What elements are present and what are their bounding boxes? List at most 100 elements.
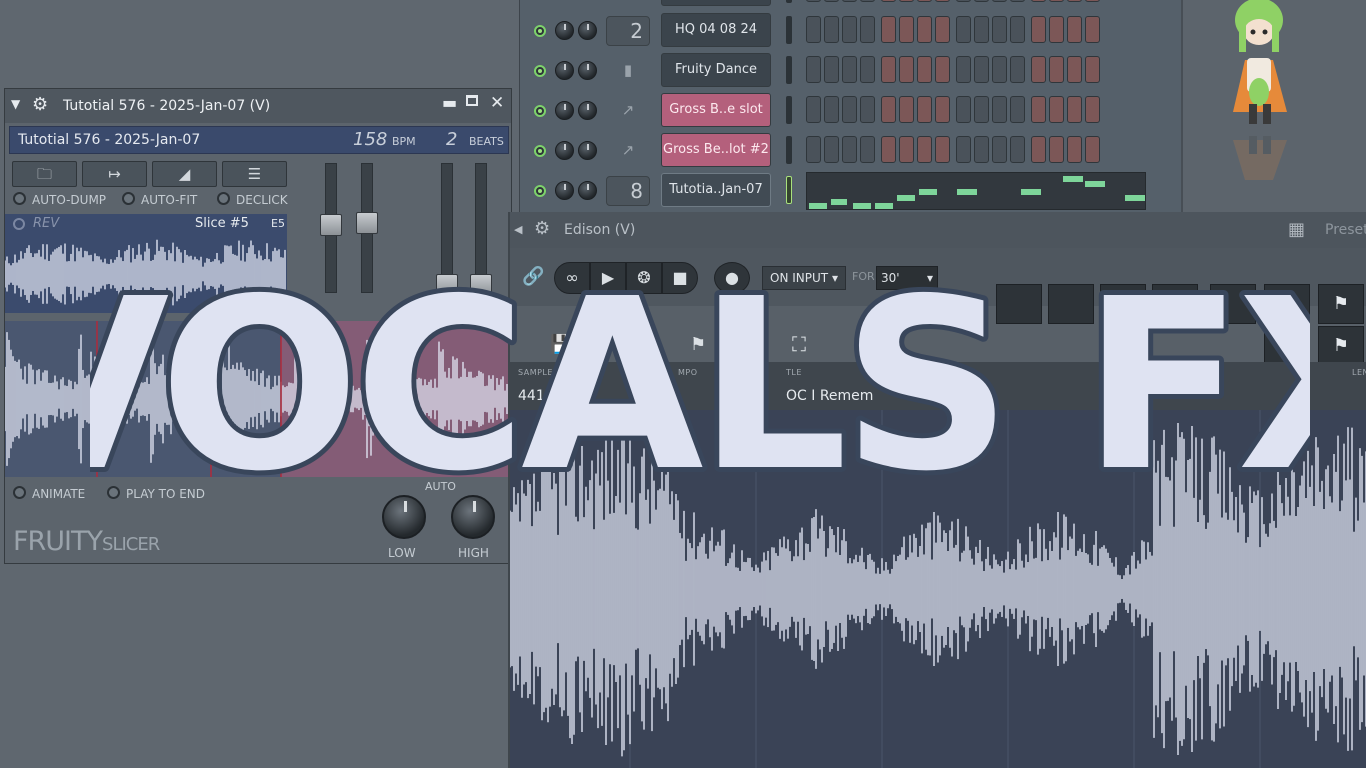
step[interactable] bbox=[899, 56, 914, 83]
step[interactable] bbox=[1010, 136, 1025, 163]
slider-thumb[interactable] bbox=[320, 214, 342, 236]
channel-led[interactable] bbox=[534, 105, 546, 117]
step[interactable] bbox=[1031, 96, 1046, 123]
samplerate-value[interactable]: 44100H bbox=[518, 388, 573, 404]
step[interactable] bbox=[974, 96, 989, 123]
step[interactable] bbox=[860, 96, 875, 123]
high-knob[interactable] bbox=[451, 495, 495, 539]
mixer-track-number[interactable]: 8 bbox=[606, 176, 650, 206]
title-value[interactable]: OC I Remem bbox=[786, 388, 873, 404]
step[interactable] bbox=[824, 16, 839, 43]
fade-button[interactable]: ◢ bbox=[1106, 326, 1152, 366]
step[interactable] bbox=[956, 16, 971, 43]
step[interactable] bbox=[992, 136, 1007, 163]
slice-settings-button[interactable]: ☰ bbox=[222, 161, 287, 187]
gear-icon[interactable]: ⚙ bbox=[32, 94, 48, 115]
rev-toggle-icon[interactable] bbox=[13, 218, 25, 230]
step[interactable] bbox=[956, 136, 971, 163]
marker-tool-button[interactable]: ⚑ bbox=[1318, 326, 1364, 366]
tools-button[interactable]: ◢ bbox=[152, 161, 217, 187]
channel-button[interactable] bbox=[661, 0, 771, 6]
step[interactable] bbox=[860, 16, 875, 43]
slicer-titlebar[interactable]: ▼ ⚙ Tutotial 576 - 2025-Jan-07 (V) ▬ ✕ bbox=[5, 89, 511, 123]
channel-led[interactable] bbox=[534, 185, 546, 197]
step[interactable] bbox=[824, 96, 839, 123]
step[interactable] bbox=[935, 136, 950, 163]
channel-button[interactable]: Gross Be..lot #2 bbox=[661, 133, 771, 167]
animate-toggle[interactable]: ANIMATE bbox=[13, 486, 85, 501]
pan-knob[interactable] bbox=[578, 181, 597, 200]
channel-led[interactable] bbox=[534, 145, 546, 157]
auto-dump-toggle[interactable]: AUTO-DUMP bbox=[13, 192, 106, 207]
slider-thumb[interactable] bbox=[356, 212, 378, 234]
step[interactable] bbox=[992, 56, 1007, 83]
channel-select-bar[interactable] bbox=[786, 56, 792, 84]
attack-slider[interactable] bbox=[436, 163, 458, 296]
step[interactable] bbox=[935, 56, 950, 83]
step[interactable] bbox=[917, 96, 932, 123]
edison-titlebar[interactable]: ◀ ⚙ Edison (V) ▦ Preset bbox=[510, 212, 1366, 248]
step[interactable] bbox=[1085, 96, 1100, 123]
channel-button[interactable]: Gross B..e slot bbox=[661, 93, 771, 127]
channel-button[interactable]: HQ 04 08 24 bbox=[661, 13, 771, 47]
pan-knob[interactable] bbox=[578, 101, 597, 120]
open-folder-button[interactable]: 🗀 bbox=[12, 161, 77, 187]
edison-waveform[interactable] bbox=[510, 410, 1366, 768]
step[interactable] bbox=[1031, 16, 1046, 43]
mixer-track-number[interactable]: 2 bbox=[606, 16, 650, 46]
step[interactable] bbox=[935, 16, 950, 43]
channel-select-bar[interactable] bbox=[786, 96, 792, 124]
time-slider[interactable] bbox=[356, 163, 378, 293]
step[interactable] bbox=[806, 56, 821, 83]
record-button[interactable]: ● bbox=[714, 262, 750, 294]
loop-button[interactable]: ∞ bbox=[554, 262, 590, 294]
maximize-icon[interactable] bbox=[466, 95, 478, 106]
stop-button[interactable]: ■ bbox=[662, 262, 698, 294]
step[interactable] bbox=[917, 56, 932, 83]
pan-knob[interactable] bbox=[578, 141, 597, 160]
step[interactable] bbox=[974, 16, 989, 43]
step[interactable] bbox=[1067, 96, 1082, 123]
step[interactable] bbox=[1049, 16, 1064, 43]
step[interactable] bbox=[1049, 56, 1064, 83]
slider-thumb[interactable] bbox=[436, 274, 458, 296]
channel-select-bar[interactable] bbox=[786, 176, 792, 204]
channel-led[interactable] bbox=[534, 25, 546, 37]
auto-fit-toggle[interactable]: AUTO-FIT bbox=[122, 192, 197, 207]
tool-button[interactable] bbox=[1048, 284, 1094, 324]
step[interactable] bbox=[842, 16, 857, 43]
step[interactable] bbox=[974, 136, 989, 163]
channel-select-bar[interactable] bbox=[786, 136, 792, 164]
declick-toggle[interactable]: DECLICK bbox=[217, 192, 288, 207]
step[interactable] bbox=[917, 16, 932, 43]
select-all-icon[interactable]: ⛶ bbox=[792, 332, 806, 356]
step[interactable] bbox=[992, 96, 1007, 123]
tool-button[interactable] bbox=[1152, 284, 1198, 324]
play-button[interactable]: ▶ bbox=[590, 262, 626, 294]
channel-select-bar[interactable] bbox=[786, 16, 792, 44]
step[interactable] bbox=[1085, 136, 1100, 163]
step[interactable] bbox=[1031, 136, 1046, 163]
tool-button[interactable] bbox=[996, 284, 1042, 324]
step[interactable] bbox=[917, 136, 932, 163]
add-marker-button[interactable]: ⚑ bbox=[1318, 284, 1364, 324]
step[interactable] bbox=[881, 56, 896, 83]
low-knob[interactable] bbox=[382, 495, 426, 539]
link-icon[interactable]: 🔗 bbox=[522, 266, 544, 287]
step[interactable] bbox=[935, 96, 950, 123]
menu-arrow-icon[interactable]: ▼ bbox=[11, 97, 20, 111]
close-icon[interactable]: ✕ bbox=[490, 93, 504, 113]
decay-slider[interactable] bbox=[470, 163, 492, 296]
preset-button[interactable]: Preset bbox=[1325, 222, 1366, 238]
step[interactable] bbox=[842, 96, 857, 123]
step[interactable] bbox=[881, 136, 896, 163]
step[interactable] bbox=[1085, 56, 1100, 83]
step[interactable] bbox=[1031, 56, 1046, 83]
volume-knob[interactable] bbox=[555, 21, 574, 40]
brush-button[interactable]: ✎ bbox=[1264, 326, 1310, 366]
volume-knob[interactable] bbox=[555, 141, 574, 160]
step[interactable] bbox=[806, 136, 821, 163]
step[interactable] bbox=[1010, 56, 1025, 83]
channel-button[interactable]: Tutotia..Jan-07 bbox=[661, 173, 771, 207]
grid-icon[interactable]: ▦ bbox=[1288, 219, 1305, 240]
